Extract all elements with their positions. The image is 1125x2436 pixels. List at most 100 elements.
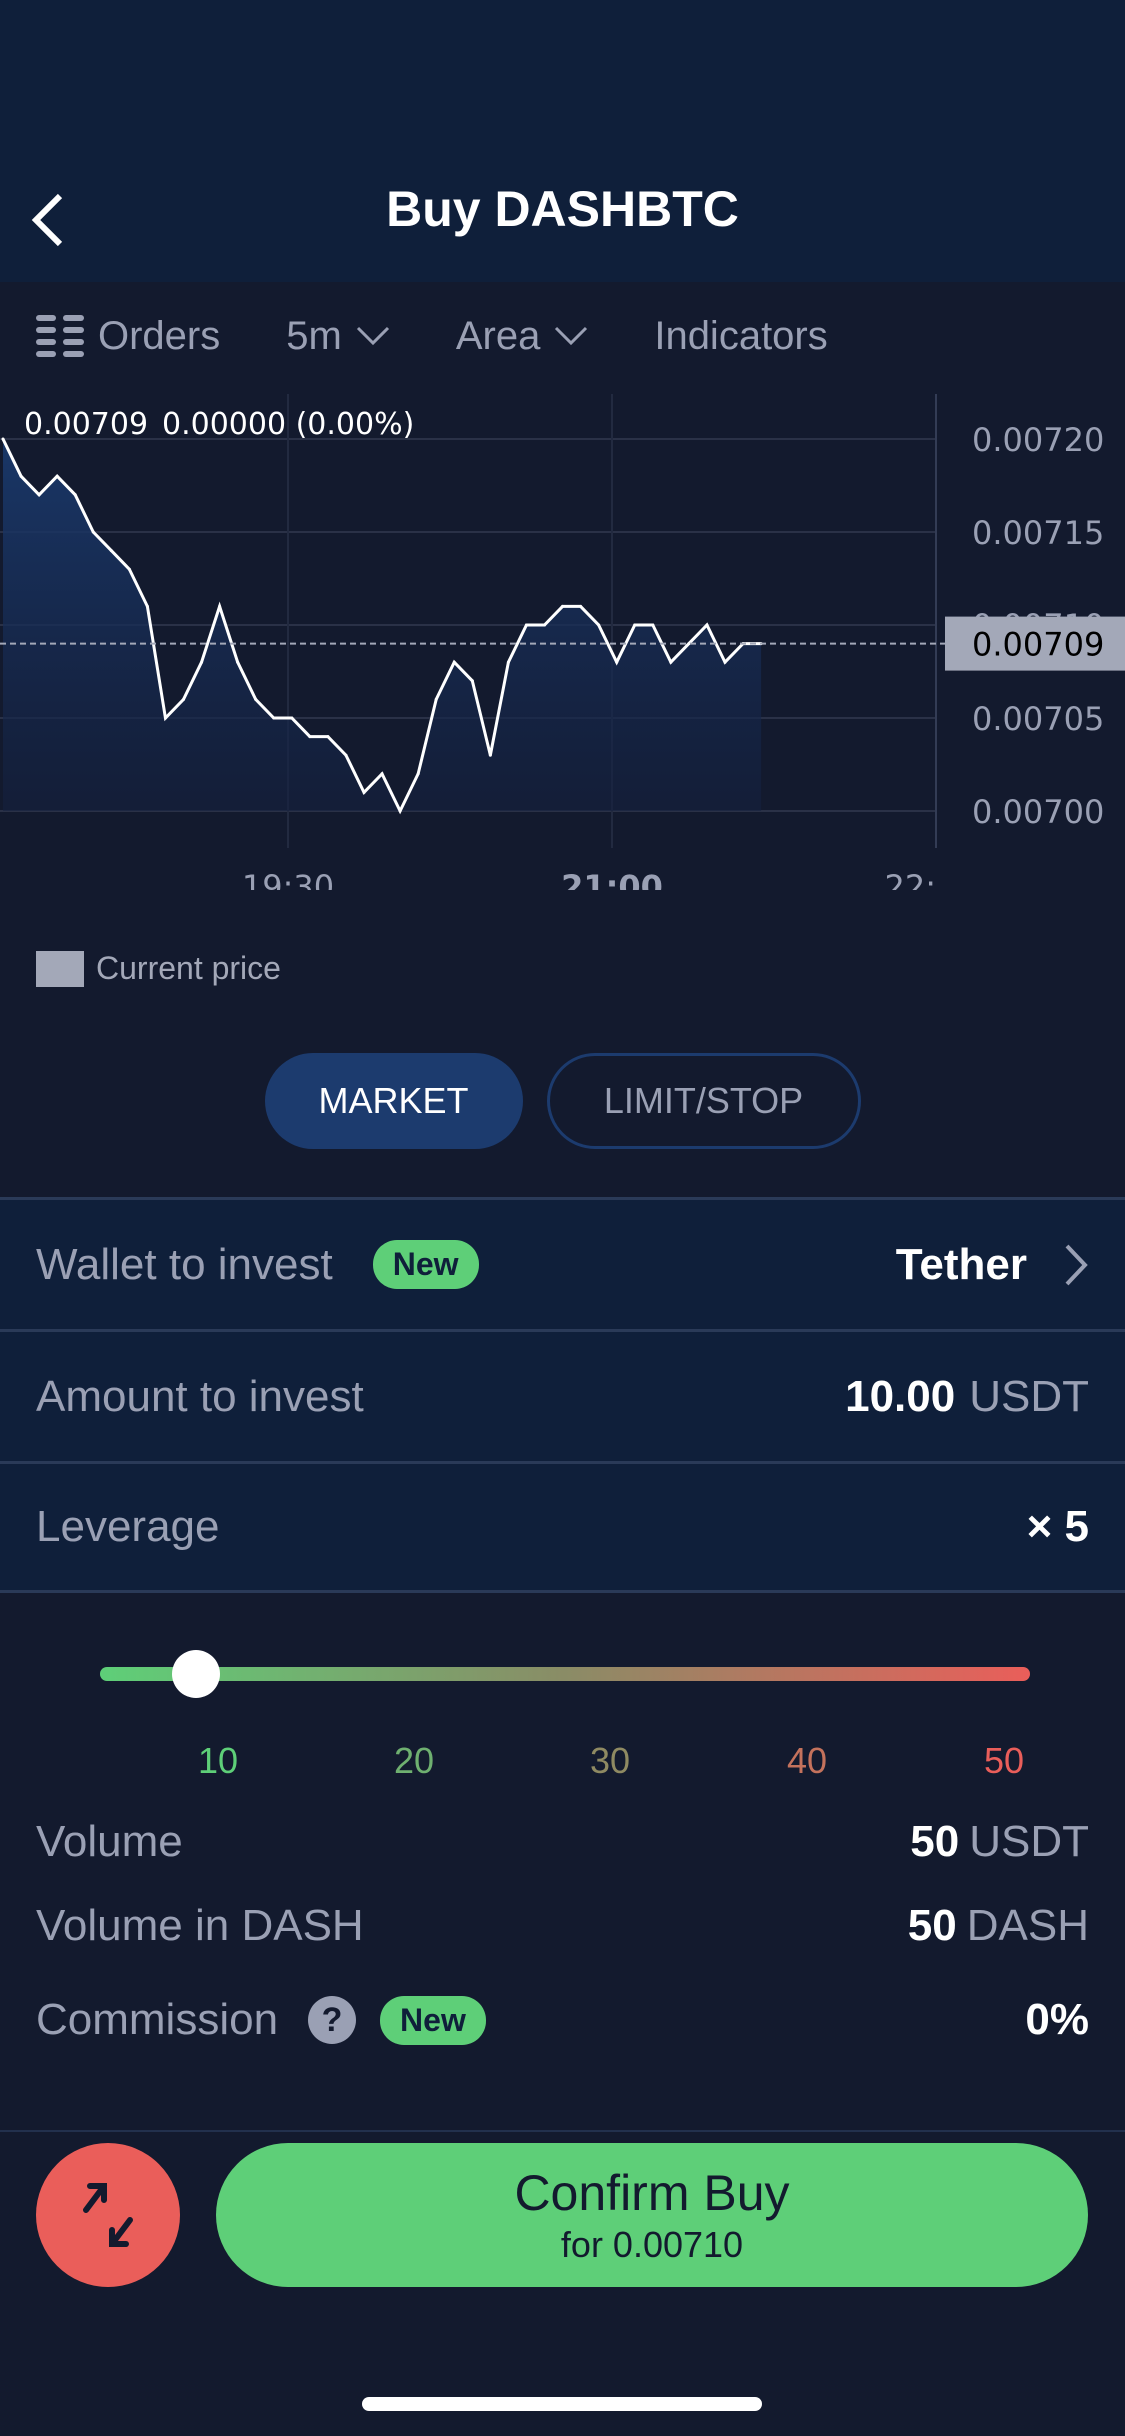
commission-value: 0% — [1025, 1995, 1089, 2044]
data-point — [380, 772, 384, 776]
data-point — [308, 735, 312, 739]
data-point — [615, 660, 619, 664]
chevron-down-icon — [356, 326, 389, 346]
limit-stop-tab[interactable]: LIMIT/STOP — [546, 1053, 861, 1149]
legend-label: Current price — [96, 950, 281, 986]
data-point — [452, 660, 456, 664]
new-badge: New — [380, 1995, 486, 2045]
slider-tick: 30 — [589, 1740, 631, 1781]
legend-swatch — [36, 950, 84, 987]
data-point — [145, 604, 149, 608]
data-point — [109, 549, 113, 553]
amount-label: Amount to invest — [36, 1371, 364, 1421]
data-point — [723, 660, 727, 664]
chart-type-dropdown[interactable]: Area — [456, 314, 589, 359]
data-point — [524, 623, 528, 627]
amount-row[interactable]: Amount to invest 10.00 USDT — [0, 1329, 1125, 1461]
slider-tick: 40 — [786, 1740, 828, 1781]
confirm-label: Confirm Buy — [514, 2165, 790, 2221]
order-summary: Volume 50 USDT Volume in DASH 50 DASH Comm… — [0, 1800, 1125, 2062]
wallet-label: Wallet to invest — [36, 1239, 333, 1289]
price-chart[interactable]: 0.007200.007150.007100.007050.0070019:30… — [0, 390, 1125, 890]
y-tick-label: 0.00705 — [972, 700, 1104, 738]
slider-track[interactable] — [100, 1667, 1030, 1681]
amount-value[interactable]: 10.00 — [845, 1372, 955, 1422]
wallet-value: Tether — [895, 1239, 1027, 1289]
orders-label: Orders — [98, 313, 221, 358]
data-point — [398, 809, 402, 813]
data-point — [705, 623, 709, 627]
volume-dash-unit: DASH — [966, 1901, 1089, 1950]
volume-label: Volume — [36, 1817, 183, 1866]
data-point — [290, 716, 294, 720]
indicators-label: Indicators — [654, 313, 828, 358]
order-form: Wallet to invest New Tether Amount to in… — [0, 1197, 1125, 1593]
data-point — [470, 679, 474, 683]
slider-tick: 20 — [393, 1740, 435, 1781]
commission-label: Commission — [36, 1995, 279, 2044]
volume-dash-row: Volume in DASH 50 DASH — [0, 1884, 1125, 1968]
data-point — [254, 697, 258, 701]
y-tick-label: 0.00700 — [972, 793, 1104, 831]
new-badge: New — [372, 1240, 479, 1289]
data-point — [651, 623, 655, 627]
x-tick-label: 22: — [885, 868, 937, 890]
current-price-label: 0.00709 — [972, 626, 1104, 664]
data-point — [561, 604, 565, 608]
slider-thumb[interactable] — [171, 1650, 220, 1698]
price-chart-svg[interactable]: 0.007200.007150.007100.007050.0070019:30… — [0, 390, 1125, 890]
top-bar: Buy DASHBTC — [0, 0, 1125, 282]
volume-value: 50 — [910, 1817, 960, 1866]
home-indicator[interactable] — [362, 2397, 762, 2411]
data-point — [182, 697, 185, 701]
leverage-label: Leverage — [36, 1502, 220, 1551]
leverage-slider[interactable]: 10 20 30 40 50 — [0, 1640, 1125, 1781]
data-point — [218, 604, 222, 608]
chart-type-label: Area — [455, 313, 541, 358]
orders-button[interactable]: Orders — [36, 314, 220, 359]
wallet-row[interactable]: Wallet to invest New Tether — [0, 1197, 1125, 1329]
volume-dash-value: 50 — [907, 1901, 957, 1950]
y-tick-label: 0.00720 — [972, 421, 1104, 459]
data-point — [326, 735, 330, 739]
data-point — [579, 604, 583, 608]
swap-direction-button[interactable] — [36, 2143, 180, 2287]
x-tick-label: 19:30 — [242, 868, 334, 890]
chevron-right-icon — [1065, 1244, 1088, 1285]
chart-toolbar: Orders 5m Area Indicators — [0, 282, 1125, 390]
swap-arrows-icon — [83, 2183, 133, 2247]
slider-tick: 10 — [197, 1740, 239, 1781]
commission-row: Commission ? New 0% — [0, 1978, 1125, 2062]
data-point — [91, 530, 95, 534]
page-title: Buy DASHBTC — [386, 181, 739, 237]
data-point — [687, 642, 691, 646]
data-point — [633, 623, 637, 627]
interval-dropdown[interactable]: 5m — [286, 314, 390, 359]
data-point — [669, 660, 673, 664]
data-point — [236, 660, 240, 664]
data-point — [543, 623, 546, 627]
orders-list-icon — [36, 315, 84, 357]
data-point — [488, 753, 492, 757]
leverage-row: Leverage × 5 — [0, 1461, 1125, 1593]
data-point — [344, 753, 348, 757]
help-icon[interactable]: ? — [308, 1996, 357, 2044]
volume-dash-label: Volume in DASH — [36, 1901, 364, 1950]
data-point — [73, 493, 77, 497]
volume-row: Volume 50 USDT — [0, 1800, 1125, 1884]
x-tick-label: 21:00 — [561, 868, 663, 890]
readout-price: 0.00709 — [24, 407, 148, 442]
data-point — [163, 716, 167, 720]
confirm-buy-button[interactable]: Confirm Buy for 0.00710 — [216, 2143, 1088, 2287]
y-tick-label: 0.00715 — [972, 514, 1104, 552]
slider-tick: 50 — [983, 1740, 1025, 1781]
chevron-down-icon — [555, 326, 588, 346]
data-point — [127, 567, 131, 571]
confirm-price: for 0.00710 — [560, 2224, 744, 2265]
indicators-button[interactable]: Indicators — [654, 314, 827, 359]
amount-unit: USDT — [969, 1371, 1089, 1421]
volume-unit: USDT — [969, 1817, 1089, 1866]
action-bar: Confirm Buy for 0.00710 — [0, 2130, 1125, 2436]
market-tab[interactable]: MARKET — [264, 1053, 523, 1149]
data-point — [37, 493, 41, 497]
